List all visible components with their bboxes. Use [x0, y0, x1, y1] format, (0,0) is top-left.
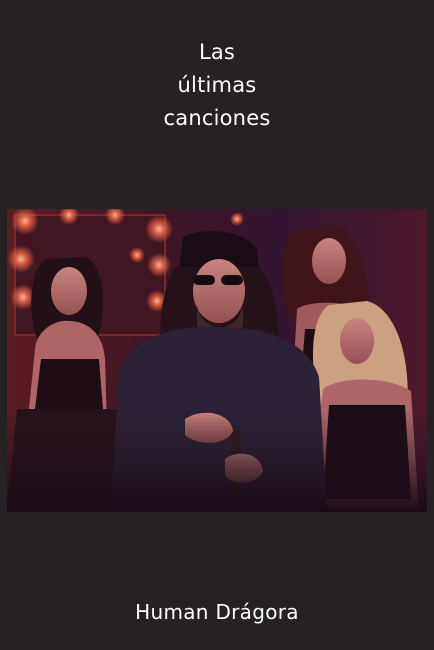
title-line-1: Las — [198, 40, 236, 64]
book-author: Human Drágora — [135, 600, 299, 624]
book-title: Las últimas canciones — [0, 36, 434, 135]
band-portrait-image — [7, 209, 427, 512]
book-cover: Las últimas canciones Human Drágora — [0, 0, 434, 650]
title-line-2: últimas — [177, 73, 257, 97]
cover-illustration — [7, 209, 427, 512]
title-line-3: canciones — [163, 106, 271, 130]
